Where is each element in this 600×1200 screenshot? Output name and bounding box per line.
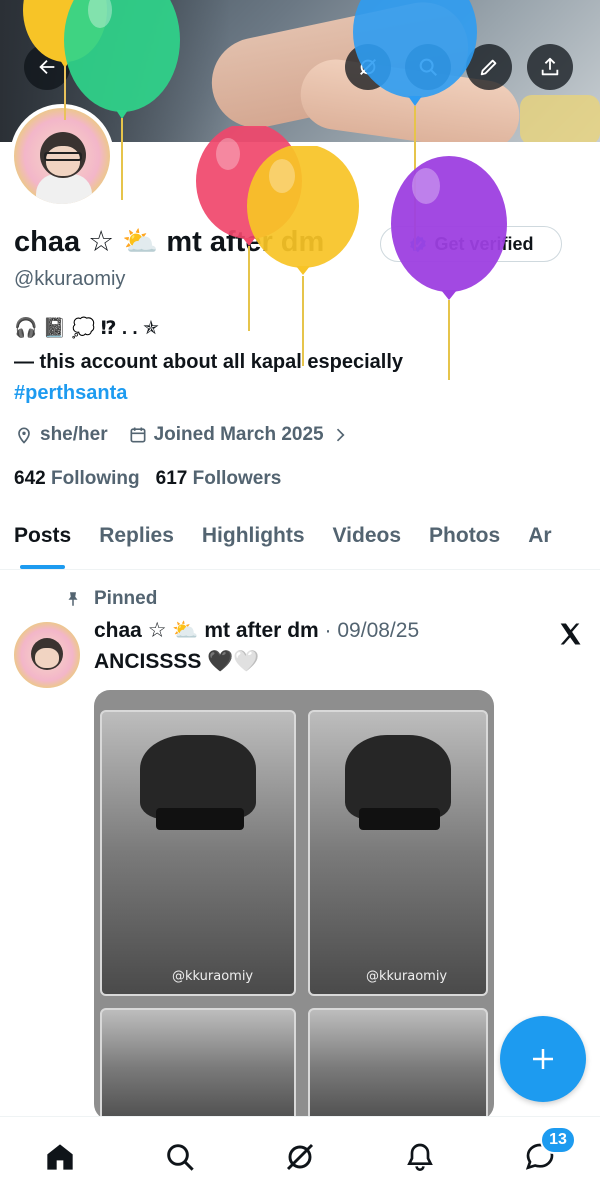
share-icon: [541, 57, 559, 76]
post-header: chaa ☆ ⛅ mt after dm · 09/08/25: [94, 618, 419, 643]
balloon-green: [62, 0, 182, 200]
nav-search[interactable]: [160, 1137, 200, 1177]
followers-count: 617: [155, 468, 188, 489]
messages-badge: 13: [540, 1126, 576, 1154]
profile-meta: she/her Joined March 2025: [14, 424, 350, 446]
grok-icon: [286, 1143, 314, 1171]
watermark: @kkuraomiy: [172, 969, 254, 984]
x-logo-icon: [560, 623, 581, 645]
profile-tabs: Posts Replies Highlights Videos Photos A…: [0, 506, 600, 570]
chevron-right-icon[interactable]: [330, 425, 350, 445]
tab-photos[interactable]: Photos: [415, 506, 514, 569]
post-date[interactable]: · 09/08/25: [325, 619, 420, 642]
pin-icon: [68, 592, 78, 606]
photocard-hair: [140, 734, 256, 820]
pinned-label: Pinned: [94, 588, 158, 609]
balloon-purple: [390, 156, 508, 380]
tab-articles[interactable]: Ar: [514, 506, 565, 569]
photocard-sunglasses: [359, 807, 441, 831]
post-author-avatar[interactable]: [12, 620, 82, 690]
follow-stats: 642 Following 617 Followers: [14, 468, 281, 490]
photocard: @kkuraomiy: [100, 710, 296, 996]
photocard-hair: [345, 734, 451, 820]
following-label: Following: [50, 468, 140, 489]
tab-posts[interactable]: Posts: [0, 506, 85, 569]
share-button[interactable]: [527, 44, 573, 90]
calendar-icon: [130, 427, 146, 443]
bottom-nav: [0, 1116, 600, 1200]
search-icon: [167, 1144, 194, 1171]
watermark: @kkuraomiy: [366, 969, 448, 984]
location-pin-icon: [18, 427, 30, 444]
post-author-name[interactable]: chaa ☆ ⛅ mt after dm: [94, 619, 319, 642]
tab-replies[interactable]: Replies: [85, 506, 188, 569]
plus-icon: [533, 1049, 553, 1069]
joined-date: Joined March 2025: [153, 424, 324, 445]
nav-grok[interactable]: [280, 1137, 320, 1177]
photocard: [308, 1008, 488, 1120]
tab-videos[interactable]: Videos: [319, 506, 415, 569]
balloon-yellow: [246, 146, 360, 366]
pronouns: she/her: [40, 424, 108, 445]
home-icon: [47, 1144, 73, 1170]
following-link[interactable]: 642 Following: [14, 468, 140, 490]
avatar-face: [35, 648, 59, 668]
profile-handle: @kkuraomiy: [14, 268, 126, 290]
post-media-image[interactable]: @kkuraomiy @kkuraomiy: [94, 690, 494, 1120]
bio-hashtag-link[interactable]: #perthsanta: [14, 382, 127, 405]
photocard: [100, 1008, 296, 1120]
compose-post-button[interactable]: [500, 1016, 586, 1102]
bio-emoji-line: 🎧 📓 💭 ⁉ . . ✯: [14, 318, 159, 339]
pen-icon: [480, 59, 497, 76]
nav-home[interactable]: [40, 1137, 80, 1177]
followers-link[interactable]: 617 Followers: [156, 468, 282, 490]
tab-highlights[interactable]: Highlights: [188, 506, 319, 569]
bell-icon: [407, 1143, 433, 1171]
post-text: ANCISSSS 🖤🤍: [94, 650, 260, 673]
followers-label: Followers: [192, 468, 282, 489]
pinned-indicator: Pinned: [64, 588, 157, 610]
banner-object: [520, 95, 600, 142]
photocard: @kkuraomiy: [308, 710, 488, 996]
photocard-sunglasses: [155, 807, 245, 831]
nav-notifications[interactable]: [400, 1137, 440, 1177]
following-count: 642: [14, 468, 46, 489]
